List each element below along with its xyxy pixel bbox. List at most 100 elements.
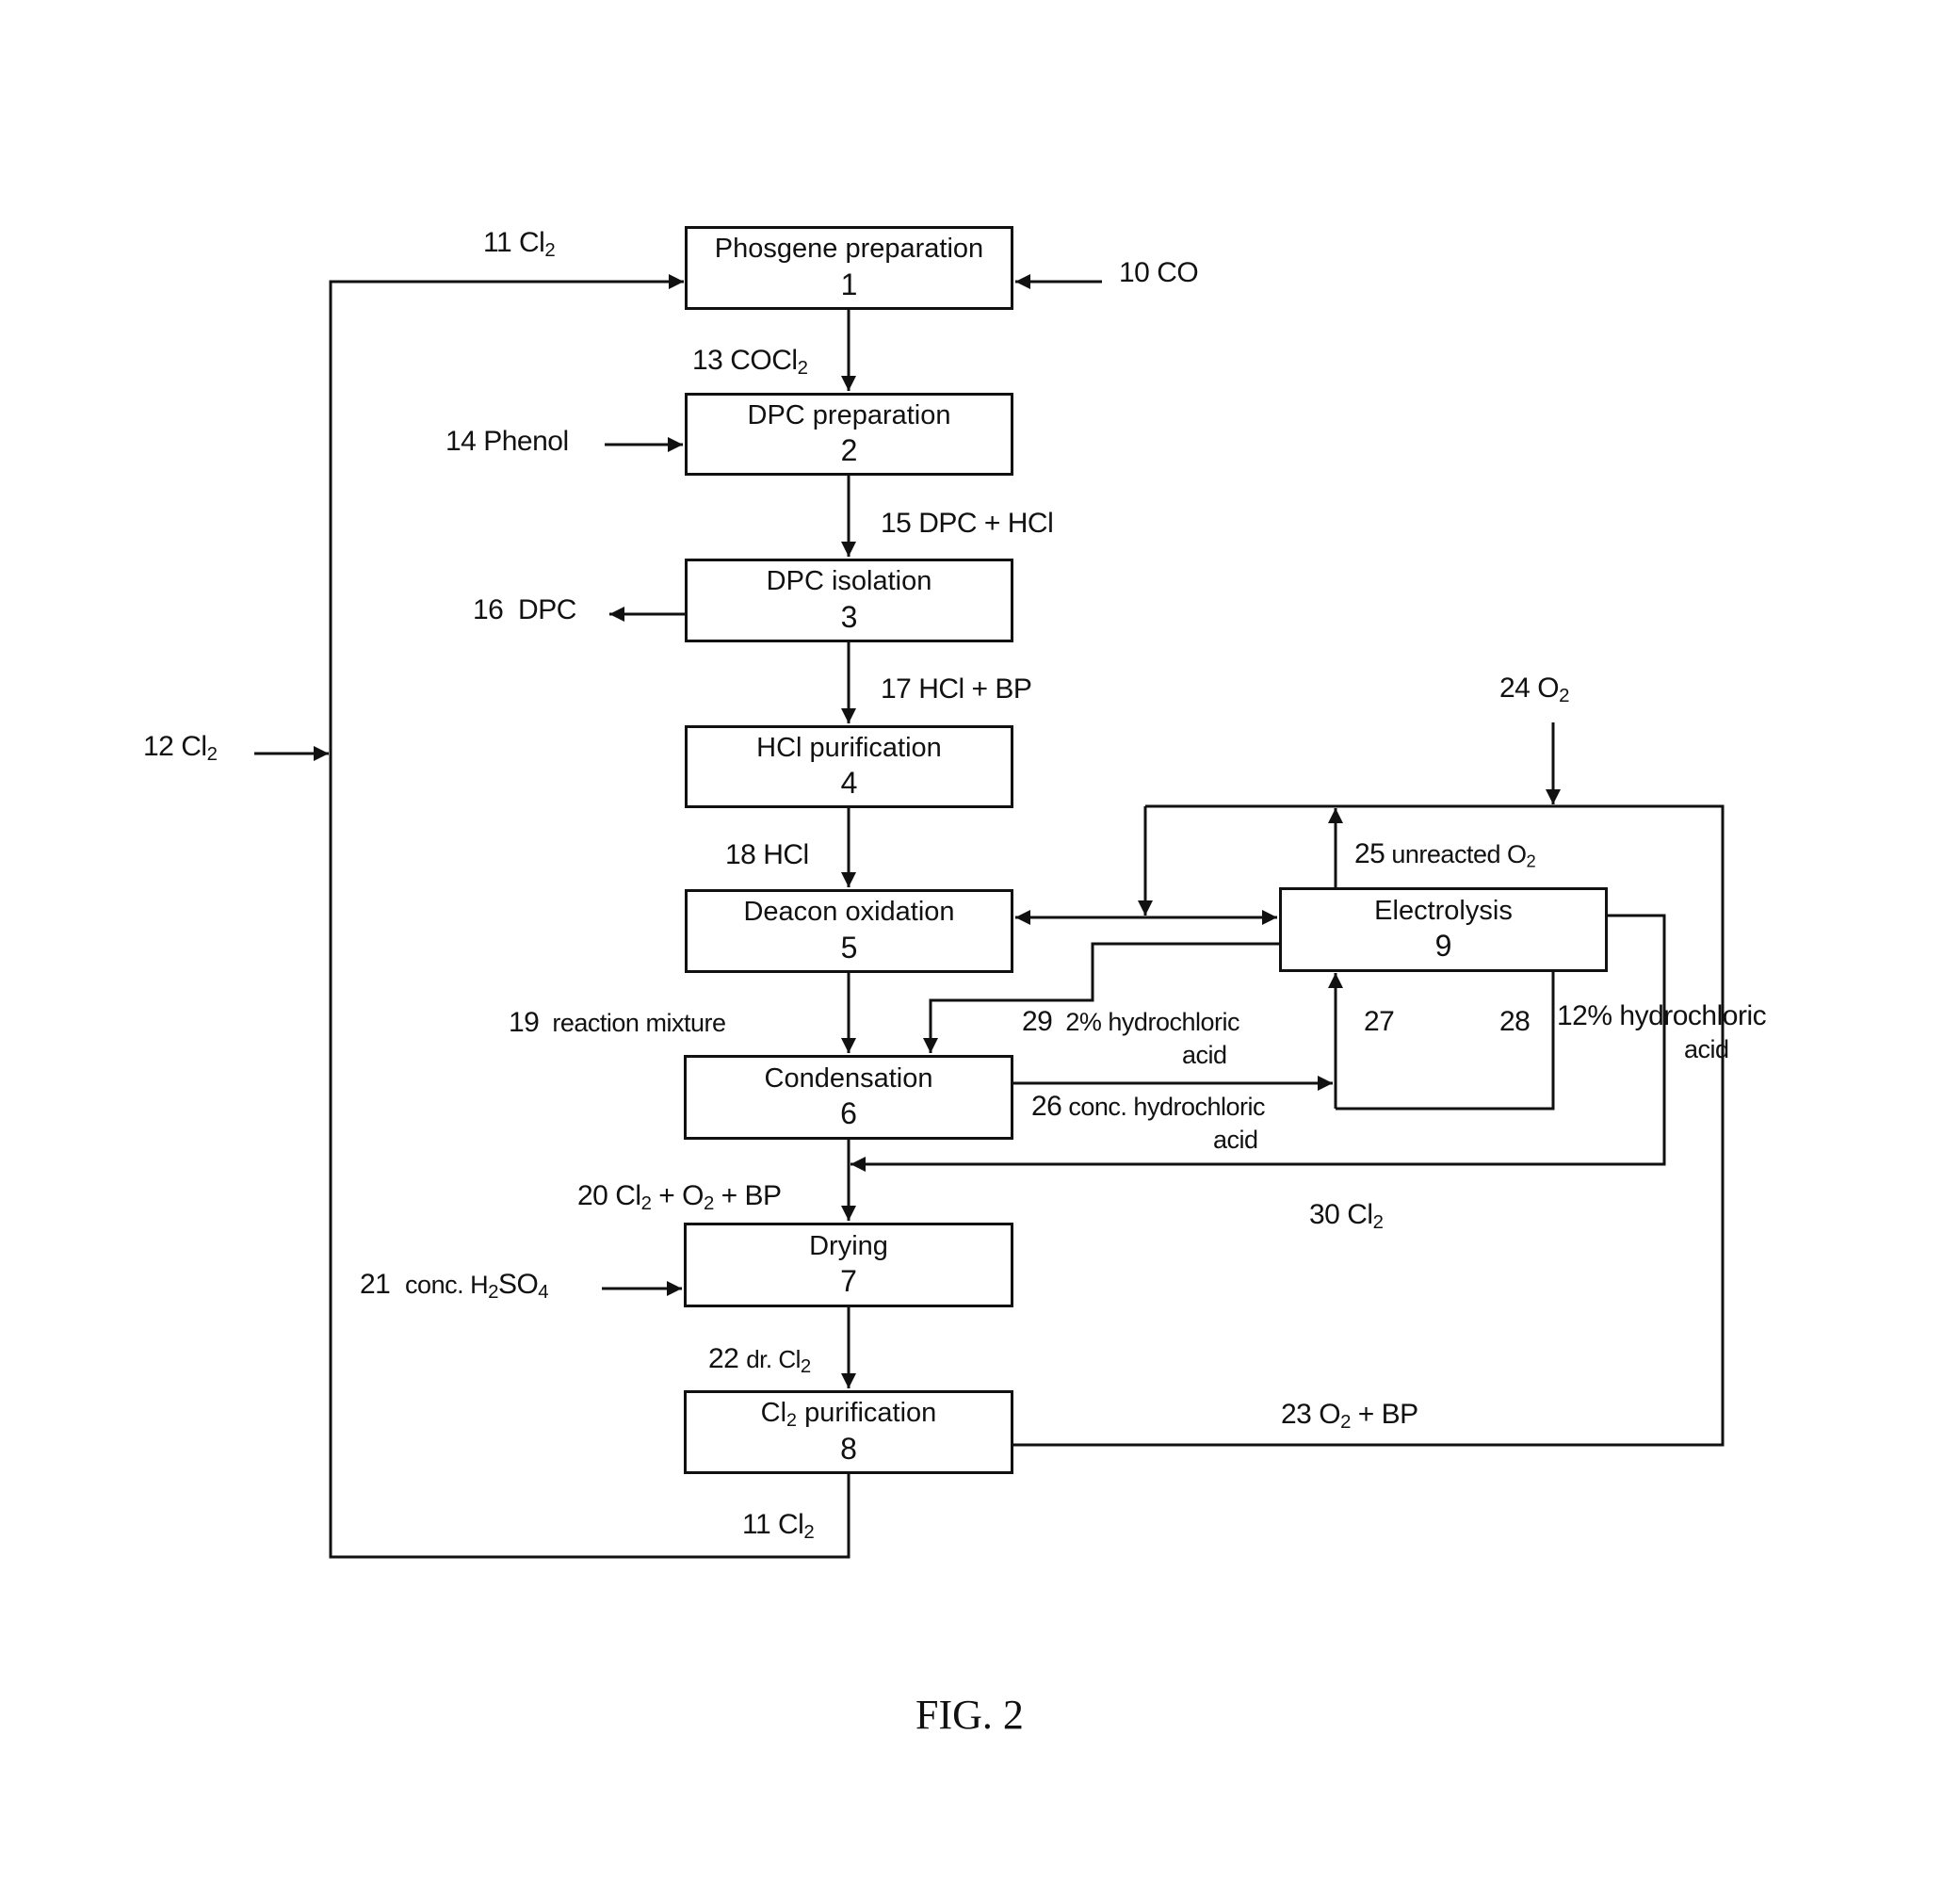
stream-number: 30 bbox=[1309, 1199, 1340, 1230]
unit-condensation: Condensation 6 bbox=[684, 1055, 1013, 1140]
stream-19-label: 19 reaction mixture bbox=[509, 1007, 726, 1038]
arrowhead-icon bbox=[667, 1281, 682, 1296]
figure-caption: FIG. 2 bbox=[915, 1692, 1024, 1738]
stream-16-label: 16 DPC bbox=[473, 596, 576, 624]
stream-12pct-label: 12% hydrochloric bbox=[1557, 1000, 1767, 1031]
stream-26-label-line2: acid bbox=[1213, 1127, 1258, 1153]
stream-number: 11 bbox=[742, 1509, 771, 1540]
stream-text: 12% hydrochloric bbox=[1557, 1000, 1767, 1031]
unit-deacon-oxidation: Deacon oxidation 5 bbox=[685, 889, 1013, 973]
stream-11-top-label: 11 Cl2 bbox=[483, 227, 556, 261]
unit-number: 6 bbox=[840, 1096, 857, 1131]
arrowhead-icon bbox=[1015, 910, 1030, 925]
subscript: 2 bbox=[640, 1193, 652, 1215]
stream-number: 22 bbox=[708, 1343, 739, 1374]
stream-26-label: 26 conc. hydrochloric bbox=[1031, 1093, 1265, 1121]
subscript: 2 bbox=[786, 1410, 798, 1432]
arrowhead-icon bbox=[314, 746, 329, 761]
stream-29-label: 29 2% hydrochloric bbox=[1022, 1008, 1239, 1036]
stream-30-label: 30 Cl2 bbox=[1309, 1199, 1384, 1233]
stream-number: 29 bbox=[1022, 1006, 1053, 1037]
unit-number: 1 bbox=[840, 267, 858, 301]
stream-text: acid bbox=[1684, 1035, 1729, 1063]
process-flow-diagram: Phosgene preparation 1 DPC preparation 2… bbox=[0, 0, 1960, 1897]
stream-text: COCl bbox=[730, 345, 798, 376]
stream-14-label: 14 Phenol bbox=[445, 428, 569, 456]
stream-number: 11 bbox=[483, 227, 512, 258]
arrowhead-icon bbox=[669, 274, 684, 289]
arrowhead-icon bbox=[841, 708, 856, 723]
stream-number: 20 bbox=[577, 1180, 608, 1211]
arrowhead-icon bbox=[1328, 808, 1343, 823]
unit-dpc-preparation: DPC preparation 2 bbox=[685, 393, 1013, 476]
unit-electrolysis: Electrolysis 9 bbox=[1279, 887, 1608, 972]
stream-number: 17 bbox=[881, 673, 912, 705]
stream-text: conc. H bbox=[405, 1271, 489, 1299]
subscript: 2 bbox=[797, 358, 808, 380]
arrowhead-icon bbox=[1546, 789, 1561, 804]
stream-25-label: 25 unreacted O2 bbox=[1354, 838, 1536, 870]
stream-number: 13 bbox=[692, 345, 723, 376]
arrowhead-icon bbox=[841, 1038, 856, 1053]
stream-20-label: 20 Cl2 + O2 + BP bbox=[577, 1180, 782, 1214]
stream-number: 16 bbox=[473, 594, 504, 625]
arrowhead-icon bbox=[841, 1206, 856, 1221]
stream-12pct-label-line2: acid bbox=[1684, 1037, 1729, 1062]
stream-12-label: 12 Cl2 bbox=[143, 731, 218, 765]
stream-number: 15 bbox=[881, 508, 912, 539]
stream-number: 12 bbox=[143, 731, 174, 762]
subscript: 2 bbox=[1372, 1212, 1384, 1234]
unit-number: 2 bbox=[840, 433, 858, 468]
stream-text: Cl bbox=[519, 227, 545, 258]
stream-number: 26 bbox=[1031, 1091, 1062, 1122]
stream-text: conc. hydrochloric bbox=[1068, 1093, 1265, 1121]
stream-number: 19 bbox=[509, 1007, 540, 1038]
stream-number: 25 bbox=[1354, 838, 1385, 869]
stream-21-label: 21 conc. H2SO4 bbox=[360, 1269, 549, 1303]
stream-10-label: 10 CO bbox=[1119, 257, 1199, 288]
stream-29-label-line2: acid bbox=[1182, 1043, 1227, 1068]
stream-17-label: 17 HCl + BP bbox=[881, 673, 1032, 705]
subscript: 2 bbox=[1559, 686, 1569, 707]
stream-text: SO bbox=[497, 1269, 539, 1300]
arrowhead-icon bbox=[609, 607, 624, 622]
stream-text: Cl bbox=[778, 1509, 804, 1540]
stream-28-label: 28 bbox=[1499, 1008, 1531, 1036]
arrowhead-icon bbox=[1138, 900, 1153, 916]
arrowhead-icon bbox=[923, 1038, 938, 1053]
stream-text: + BP bbox=[713, 1180, 782, 1211]
unit-label: Drying bbox=[809, 1230, 888, 1261]
stream-27-label: 27 bbox=[1364, 1006, 1395, 1037]
arrowhead-icon bbox=[668, 437, 683, 452]
stream-text: Cl bbox=[181, 731, 207, 762]
line-28-from-electrolysis bbox=[1336, 972, 1555, 1111]
stream-number: 18 bbox=[725, 839, 756, 870]
stream-text: unreacted O bbox=[1391, 840, 1527, 868]
subscript: 2 bbox=[803, 1522, 815, 1544]
stream-text: O bbox=[1537, 673, 1560, 704]
stream-text: + O bbox=[651, 1180, 704, 1211]
stream-text: Cl bbox=[1347, 1199, 1373, 1230]
stream-text: acid bbox=[1182, 1041, 1227, 1069]
stream-number: 23 bbox=[1281, 1399, 1312, 1430]
stream-text: Phenol bbox=[483, 426, 569, 457]
unit-number: 9 bbox=[1434, 929, 1452, 964]
stream-18-label: 18 HCl bbox=[725, 841, 809, 869]
stream-24-label: 24 O2 bbox=[1499, 673, 1569, 707]
arrowhead-icon bbox=[841, 1373, 856, 1388]
unit-number: 3 bbox=[840, 599, 858, 634]
stream-text: CO bbox=[1157, 257, 1199, 288]
subscript: 4 bbox=[538, 1282, 549, 1304]
subscript: 2 bbox=[488, 1282, 498, 1304]
unit-label: DPC preparation bbox=[747, 399, 951, 430]
unit-hcl-purification: HCl purification 4 bbox=[685, 725, 1013, 808]
stream-number: 27 bbox=[1364, 1006, 1395, 1037]
arrowhead-icon bbox=[1015, 274, 1030, 289]
subscript: 2 bbox=[206, 744, 218, 766]
stream-text: O bbox=[1319, 1399, 1341, 1430]
stream-text: + BP bbox=[1350, 1399, 1418, 1430]
unit-number: 7 bbox=[840, 1264, 857, 1299]
arrowhead-icon bbox=[841, 872, 856, 887]
unit-label: Deacon oxidation bbox=[743, 897, 955, 928]
stream-text: HCl + BP bbox=[918, 673, 1032, 705]
